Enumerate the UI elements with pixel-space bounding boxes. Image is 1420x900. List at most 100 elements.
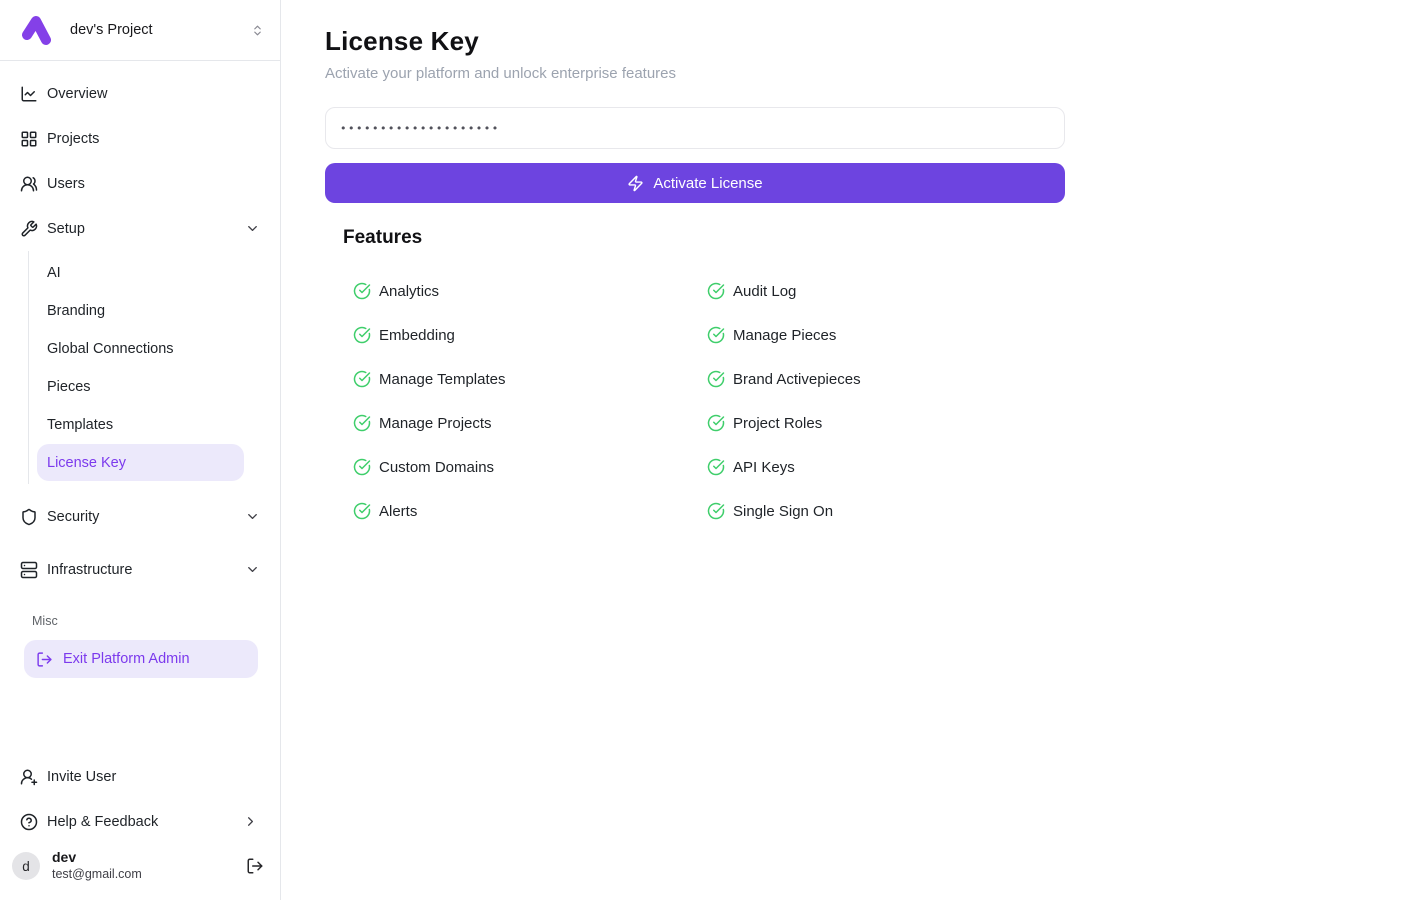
activepieces-logo: [18, 14, 54, 46]
feature-label: Analytics: [379, 283, 439, 300]
activate-license-button[interactable]: Activate License: [325, 163, 1065, 203]
sidebar-subitem-templates[interactable]: Templates: [37, 406, 244, 443]
feature-item: Audit Log: [707, 269, 1061, 313]
page-subtitle: Activate your platform and unlock enterp…: [325, 65, 1420, 82]
sidebar-subitem-ai[interactable]: AI: [37, 254, 244, 291]
chevron-down-icon: [245, 221, 260, 236]
users-icon: [20, 175, 38, 193]
sidebar-item-label: Infrastructure: [47, 562, 132, 578]
sidebar-item-label: Users: [47, 176, 85, 192]
feature-item: API Keys: [707, 445, 1061, 489]
sidebar-item-security[interactable]: Security: [12, 494, 268, 539]
feature-label: Manage Templates: [379, 371, 505, 388]
feature-label: Audit Log: [733, 283, 796, 300]
feature-label: API Keys: [733, 459, 795, 476]
sidebar-item-label: Projects: [47, 131, 99, 147]
check-circle-icon: [353, 458, 371, 476]
exit-platform-admin-button[interactable]: Exit Platform Admin: [24, 640, 258, 678]
sidebar-subitem-license-key[interactable]: License Key: [37, 444, 244, 481]
features-col-left: Analytics Embedding Manage Templates Manage…: [353, 269, 707, 533]
feature-item: Manage Pieces: [707, 313, 1061, 357]
feature-item: Manage Templates: [353, 357, 707, 401]
shield-icon: [20, 508, 38, 526]
feature-label: Custom Domains: [379, 459, 494, 476]
check-circle-icon: [707, 502, 725, 520]
main-content: License Key Activate your platform and u…: [281, 0, 1420, 900]
project-switcher[interactable]: dev's Project: [0, 0, 280, 61]
feature-item: Analytics: [353, 269, 707, 313]
sidebar-nav: Overview Projects Users Setup AIBranding…: [0, 61, 280, 678]
zap-icon: [627, 175, 644, 192]
setup-submenu: AIBrandingGlobal ConnectionsPiecesTempla…: [28, 251, 268, 484]
check-circle-icon: [353, 326, 371, 344]
sidebar-item-overview[interactable]: Overview: [12, 71, 268, 116]
logout-button[interactable]: [246, 857, 264, 875]
feature-label: Manage Projects: [379, 415, 492, 432]
user-account-row[interactable]: d dev test@gmail.com: [12, 844, 266, 888]
sidebar-bottom: Invite User Help & Feedback d dev test@g…: [0, 754, 280, 900]
check-circle-icon: [707, 282, 725, 300]
help-feedback-button[interactable]: Help & Feedback: [12, 799, 266, 844]
feature-item: Alerts: [353, 489, 707, 533]
invite-user-button[interactable]: Invite User: [12, 754, 266, 799]
user-name: dev: [52, 849, 142, 867]
check-circle-icon: [707, 370, 725, 388]
sidebar-item-users[interactable]: Users: [12, 161, 268, 206]
sidebar-item-infrastructure[interactable]: Infrastructure: [12, 547, 268, 592]
check-circle-icon: [353, 282, 371, 300]
sidebar: dev's Project Overview Projects Users Se…: [0, 0, 281, 900]
chevrons-up-down-icon: [251, 24, 264, 37]
exit-platform-admin-label: Exit Platform Admin: [63, 651, 190, 667]
sidebar-subitem-global-connections[interactable]: Global Connections: [37, 330, 244, 367]
features-title: Features: [343, 227, 1420, 249]
help-feedback-label: Help & Feedback: [47, 814, 158, 830]
feature-label: Single Sign On: [733, 503, 833, 520]
layout-grid-icon: [20, 130, 38, 148]
log-out-icon: [36, 651, 53, 668]
check-circle-icon: [353, 370, 371, 388]
sidebar-item-label: Setup: [47, 221, 85, 237]
misc-section-label: Misc: [24, 614, 258, 628]
chevron-right-icon: [243, 814, 258, 829]
check-circle-icon: [707, 458, 725, 476]
feature-label: Project Roles: [733, 415, 822, 432]
feature-label: Brand Activepieces: [733, 371, 861, 388]
help-circle-icon: [20, 813, 38, 831]
feature-label: Embedding: [379, 327, 455, 344]
check-circle-icon: [707, 326, 725, 344]
chart-line-icon: [20, 85, 38, 103]
chevron-down-icon: [245, 562, 260, 577]
invite-user-label: Invite User: [47, 769, 116, 785]
sidebar-item-label: Overview: [47, 86, 107, 102]
feature-item: Brand Activepieces: [707, 357, 1061, 401]
feature-item: Custom Domains: [353, 445, 707, 489]
feature-item: Project Roles: [707, 401, 1061, 445]
feature-label: Alerts: [379, 503, 417, 520]
user-email: test@gmail.com: [52, 867, 142, 883]
license-key-input[interactable]: [325, 107, 1065, 149]
app: dev's Project Overview Projects Users Se…: [0, 0, 1420, 900]
sidebar-item-projects[interactable]: Projects: [12, 116, 268, 161]
server-icon: [20, 561, 38, 579]
feature-item: Manage Projects: [353, 401, 707, 445]
check-circle-icon: [707, 414, 725, 432]
features-grid: Analytics Embedding Manage Templates Manage…: [353, 269, 1420, 533]
feature-item: Embedding: [353, 313, 707, 357]
sidebar-subitem-branding[interactable]: Branding: [37, 292, 244, 329]
sidebar-subitem-pieces[interactable]: Pieces: [37, 368, 244, 405]
check-circle-icon: [353, 414, 371, 432]
page-title: License Key: [325, 26, 1420, 57]
chevron-down-icon: [245, 509, 260, 524]
check-circle-icon: [353, 502, 371, 520]
sidebar-item-label: Security: [47, 509, 99, 525]
user-plus-icon: [20, 768, 38, 786]
wrench-icon: [20, 220, 38, 238]
avatar: d: [12, 852, 40, 880]
project-name: dev's Project: [70, 22, 153, 38]
features-col-right: Audit Log Manage Pieces Brand Activepieces…: [707, 269, 1061, 533]
sidebar-item-setup[interactable]: Setup: [12, 206, 268, 251]
activate-license-label: Activate License: [653, 175, 762, 192]
feature-item: Single Sign On: [707, 489, 1061, 533]
feature-label: Manage Pieces: [733, 327, 836, 344]
log-out-icon: [246, 857, 264, 875]
